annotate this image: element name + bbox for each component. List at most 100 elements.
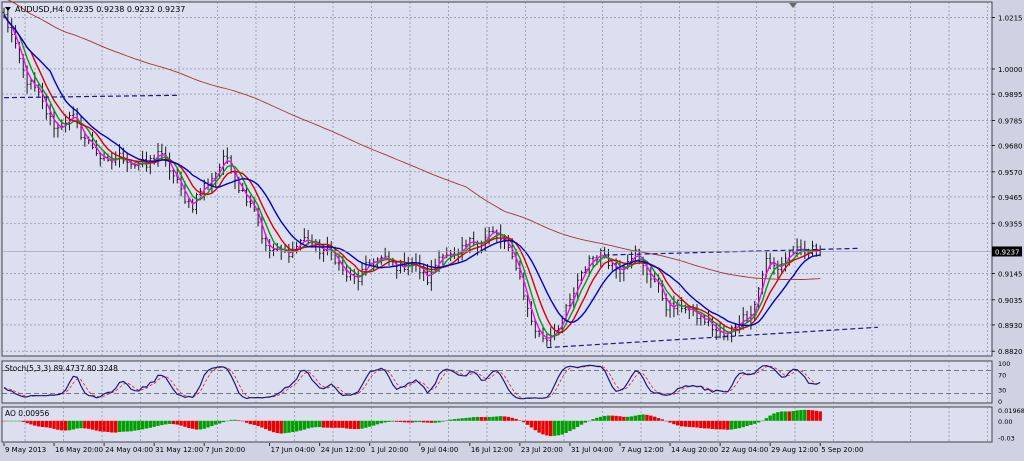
main-panel[interactable]: [1, 1, 993, 357]
ao-bar: [514, 418, 518, 421]
ao-bar: [140, 420, 145, 430]
y-tick-label: 0.8930: [998, 322, 1023, 330]
ao-bar: [17, 420, 22, 422]
ao-bar: [237, 420, 241, 421]
ao-bar: [410, 420, 414, 423]
ao-bar: [79, 420, 83, 429]
ao-bar: [541, 420, 545, 435]
ao-bar: [456, 418, 460, 421]
ao-bar: [498, 416, 503, 421]
ao-bar: [310, 420, 314, 428]
ao-bar: [87, 420, 91, 429]
ao-bar: [395, 420, 399, 422]
ao-bar: [60, 420, 64, 431]
ao-bar: [479, 417, 484, 421]
ao-bar: [229, 419, 233, 421]
ao-bar: [660, 419, 665, 421]
ao-bar: [583, 420, 588, 423]
ao-bar: [52, 420, 56, 429]
x-tick-label: 14 Aug 20:00: [671, 446, 718, 454]
ao-bar: [148, 420, 152, 428]
ao-bar: [664, 420, 668, 422]
chart-svg[interactable]: 1.0215 1.0000 0.9895 0.9785 0.9680 0.9570 0.94…: [0, 0, 1024, 457]
ao-bar: [699, 420, 703, 429]
ao-bar: [198, 420, 203, 430]
ao-bar: [129, 420, 133, 432]
ao-bar: [595, 417, 599, 421]
ao-bar: [337, 420, 341, 428]
ao-bar: [329, 420, 333, 428]
ao-bar: [10, 420, 14, 422]
ao-bar: [398, 420, 403, 422]
ao-bar: [722, 420, 726, 430]
ao-bar: [267, 420, 272, 431]
ao-bar: [768, 415, 772, 421]
ao-bar: [164, 420, 168, 425]
ao-bar: [726, 420, 730, 430]
ao-bar: [110, 420, 114, 433]
ao-bar: [391, 420, 395, 422]
ao-bar: [614, 415, 618, 421]
ao-bar: [749, 420, 753, 425]
ao-bar: [441, 420, 445, 422]
ao-bar: [106, 420, 110, 432]
ao-bar: [452, 419, 457, 421]
x-tick-label: 24 Jun 12:00: [321, 446, 365, 454]
ao-bar: [333, 420, 337, 428]
ao-bar: [287, 420, 291, 433]
ao-bar: [626, 416, 630, 421]
ao-bar: [125, 420, 129, 432]
ao-bar: [806, 409, 811, 421]
ao-bar: [202, 420, 206, 429]
ao-bar: [83, 420, 87, 429]
ao-bar: [40, 420, 45, 428]
ao-bar: [795, 410, 799, 421]
ao-bar: [433, 420, 437, 423]
ao-bar: [302, 420, 306, 430]
ao-bar: [190, 420, 195, 429]
ao-bar: [98, 420, 102, 432]
ao-bar: [468, 417, 472, 421]
ao-bar: [383, 420, 387, 423]
ao-bar: [2, 420, 6, 422]
ao-bar: [714, 420, 718, 430]
chart-window[interactable]: 1.0215 1.0000 0.9895 0.9785 0.9680 0.9570 0.94…: [0, 0, 1024, 457]
ao-bar: [753, 420, 757, 424]
ao-bar: [545, 420, 549, 436]
stoch-header: Stoch(5,3,3) 89.4737 80.3248: [5, 364, 118, 373]
ao-bar: [244, 420, 249, 423]
ao-bar: [325, 420, 330, 428]
y-tick-label: 0.9145: [998, 270, 1023, 278]
ao-bar: [629, 416, 634, 421]
ao-bar: [764, 418, 768, 421]
ao-bar: [641, 414, 645, 421]
ao-bar: [637, 414, 641, 421]
ao-bar: [472, 417, 476, 421]
ao-bar: [252, 420, 256, 425]
y-tick-label: 0.9895: [998, 91, 1023, 99]
ao-bar: [387, 420, 391, 422]
ao-bar: [649, 415, 653, 421]
ao-bar: [283, 420, 287, 434]
ao-bar: [137, 420, 141, 431]
ao-bar: [160, 420, 164, 426]
ao-bar: [210, 420, 214, 427]
ao-bar: [360, 420, 364, 429]
ao-bar: [803, 409, 807, 421]
ao-bar: [437, 420, 441, 423]
ao-bar: [710, 420, 715, 429]
ao-bar: [618, 416, 622, 421]
ao-bar: [179, 420, 183, 426]
ao-bar: [810, 410, 815, 421]
ao-bar: [379, 420, 383, 424]
x-tick-label: 9 May 2013: [5, 446, 46, 454]
ao-bar: [475, 416, 480, 421]
ao-bar: [406, 420, 410, 423]
ao-bar: [525, 420, 530, 425]
ao-bar: [818, 411, 822, 421]
ao-bar: [63, 420, 68, 431]
y-tick-label: 1.0215: [998, 15, 1023, 23]
ao-bar: [599, 416, 603, 421]
ao-bar: [6, 420, 10, 422]
ao-bar: [29, 420, 33, 425]
